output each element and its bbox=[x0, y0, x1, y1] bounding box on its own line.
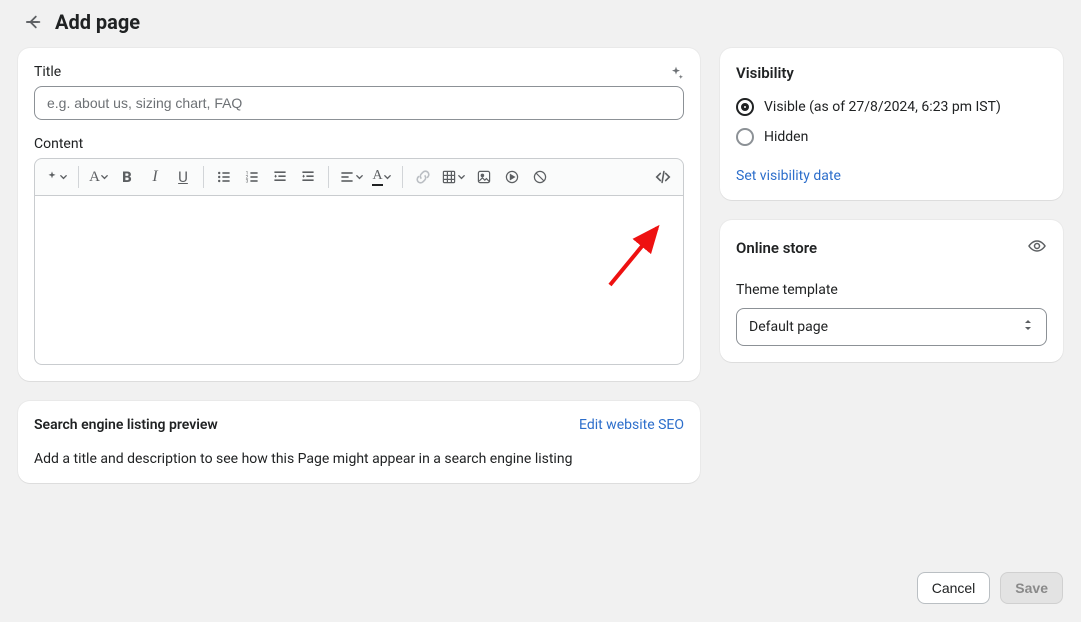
underline-button[interactable]: U bbox=[171, 165, 195, 189]
title-label: Title bbox=[34, 64, 61, 80]
toolbar-separator bbox=[402, 166, 403, 188]
toolbar-separator bbox=[78, 166, 79, 188]
seo-heading: Search engine listing preview bbox=[34, 417, 218, 433]
html-code-button[interactable] bbox=[651, 165, 675, 189]
svg-text:3: 3 bbox=[246, 179, 249, 185]
online-store-heading: Online store bbox=[736, 239, 817, 257]
bullet-list-button[interactable] bbox=[212, 165, 236, 189]
video-button[interactable] bbox=[500, 165, 524, 189]
theme-template-select[interactable]: Default page bbox=[736, 308, 1047, 346]
alignment-dropdown[interactable] bbox=[337, 165, 366, 189]
title-input[interactable] bbox=[34, 86, 684, 120]
text-color-dropdown[interactable]: A bbox=[370, 165, 394, 189]
bold-button[interactable]: B bbox=[115, 165, 139, 189]
radio-selected-icon bbox=[736, 98, 754, 116]
clear-formatting-button[interactable] bbox=[528, 165, 552, 189]
link-button[interactable] bbox=[411, 165, 435, 189]
page-content-card: Title Content A bbox=[18, 48, 700, 381]
outdent-button[interactable] bbox=[268, 165, 292, 189]
theme-template-value: Default page bbox=[749, 319, 828, 335]
page-title: Add page bbox=[55, 10, 140, 34]
preview-eye-icon[interactable] bbox=[1027, 236, 1047, 260]
set-visibility-date-link[interactable]: Set visibility date bbox=[736, 168, 841, 184]
visibility-heading: Visibility bbox=[736, 64, 1047, 82]
save-button[interactable]: Save bbox=[1000, 572, 1063, 604]
visibility-hidden-label: Hidden bbox=[764, 129, 808, 145]
content-editor[interactable] bbox=[34, 195, 684, 365]
cancel-button[interactable]: Cancel bbox=[917, 572, 991, 604]
radio-unselected-icon bbox=[736, 128, 754, 146]
seo-description: Add a title and description to see how t… bbox=[34, 451, 684, 467]
select-caret-icon bbox=[1022, 317, 1034, 337]
seo-card: Search engine listing preview Edit websi… bbox=[18, 401, 700, 483]
sparkle-icon[interactable] bbox=[668, 65, 684, 85]
visibility-visible-radio[interactable]: Visible (as of 27/8/2024, 6:23 pm IST) bbox=[736, 98, 1047, 116]
theme-template-label: Theme template bbox=[736, 282, 1047, 298]
italic-button[interactable]: I bbox=[143, 165, 167, 189]
table-dropdown[interactable] bbox=[439, 165, 468, 189]
numbered-list-button[interactable]: 123 bbox=[240, 165, 264, 189]
paragraph-style-dropdown[interactable]: A bbox=[87, 165, 111, 189]
visibility-visible-label: Visible (as of 27/8/2024, 6:23 pm IST) bbox=[764, 99, 1001, 115]
toolbar-separator bbox=[328, 166, 329, 188]
toolbar-separator bbox=[203, 166, 204, 188]
visibility-hidden-radio[interactable]: Hidden bbox=[736, 128, 1047, 146]
edit-seo-link[interactable]: Edit website SEO bbox=[579, 417, 684, 433]
content-label: Content bbox=[34, 136, 684, 152]
ai-sparkle-dropdown[interactable] bbox=[43, 165, 70, 189]
editor-toolbar: A B I U 123 A bbox=[34, 158, 684, 195]
image-button[interactable] bbox=[472, 165, 496, 189]
indent-button[interactable] bbox=[296, 165, 320, 189]
back-arrow-icon[interactable] bbox=[25, 13, 43, 31]
visibility-card: Visibility Visible (as of 27/8/2024, 6:2… bbox=[720, 48, 1063, 200]
online-store-card: Online store Theme template Default page bbox=[720, 220, 1063, 362]
